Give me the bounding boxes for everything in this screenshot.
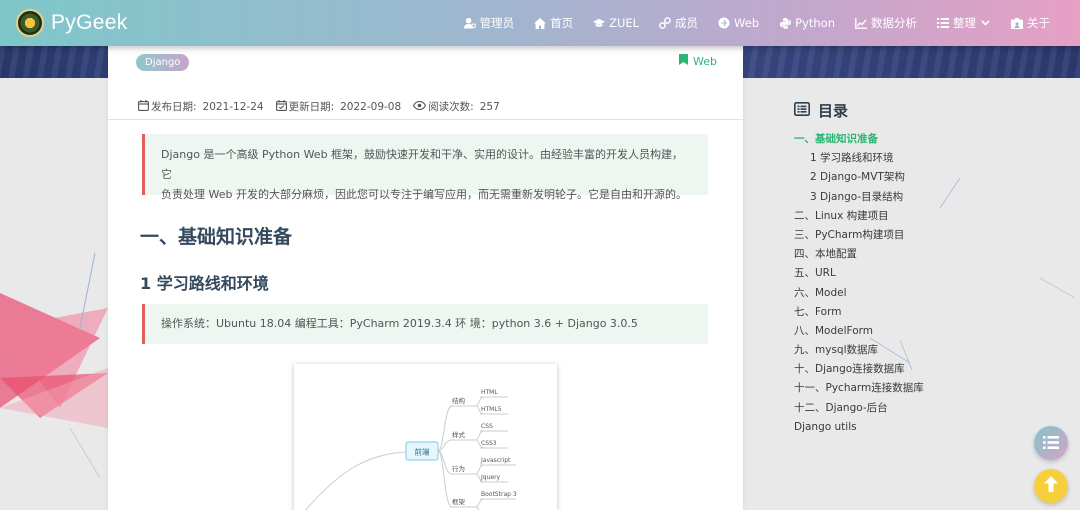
nav-item-label: 成员	[675, 16, 699, 30]
mindmap-root: 前端	[415, 447, 430, 457]
toc-item[interactable]: 十二、Django-后台	[794, 399, 1064, 418]
subsection-heading: 1 学习路线和环境	[140, 274, 269, 293]
toc-item[interactable]: 十、Django连接数据库	[794, 360, 1064, 379]
views-label: 阅读次数:	[428, 101, 474, 113]
nav-item-organize[interactable]: 整理	[937, 15, 991, 31]
article-category-label: Web	[693, 54, 717, 68]
toc-title: 目录	[794, 100, 1064, 121]
user-gear-icon	[463, 17, 476, 29]
home-icon	[534, 17, 547, 29]
toc-title-label: 目录	[818, 102, 849, 120]
nav-menu: 管理员 首页 ZUEL 成员 Web Python 数据分析 整理 关于	[444, 0, 1050, 46]
nav-item-python[interactable]: Python	[779, 16, 835, 30]
toc-item[interactable]: 四、本地配置	[794, 245, 1064, 264]
toc-item[interactable]: 七、Form	[794, 303, 1064, 322]
toc-item[interactable]: 一、基础知识准备	[794, 130, 1064, 149]
nav-item-label: 关于	[1027, 16, 1050, 30]
meta-divider	[108, 119, 743, 120]
nav-item-home[interactable]: 首页	[534, 15, 573, 31]
mindmap-branch: 样式	[452, 430, 466, 439]
article-card: Django Web 发布日期: 2021-12-24 更新日期: 2022-0…	[108, 44, 743, 510]
calendar-icon	[138, 99, 149, 114]
article-meta: 发布日期: 2021-12-24 更新日期: 2022-09-08 阅读次数: …	[138, 99, 512, 114]
intro-line-1: Django 是一个高级 Python Web 框架，鼓励快速开发和干净、实用的…	[161, 148, 684, 181]
nav-item-data-analysis[interactable]: 数据分析	[855, 15, 917, 31]
updated-date: 更新日期: 2022-09-08	[275, 99, 402, 114]
calendar-check-icon	[275, 99, 287, 114]
mindmap-branch: 结构	[452, 396, 466, 405]
mindmap-branch: 行为	[452, 464, 465, 473]
mindmap-leaf: BootStrap 3	[481, 491, 517, 498]
nav-item-members[interactable]: 成员	[659, 15, 698, 31]
nav-item-web[interactable]: Web	[718, 16, 759, 30]
chart-icon	[855, 17, 867, 29]
nav-item-label: Python	[795, 16, 835, 30]
article-tag[interactable]: Django	[136, 54, 190, 71]
id-card-icon	[1011, 17, 1023, 29]
published-value: 2021-12-24	[202, 100, 264, 113]
nav-item-label: 管理员	[479, 16, 515, 30]
nav-item-label: ZUEL	[609, 16, 640, 30]
environment-blockquote: 操作系统：Ubuntu 18.04 编程工具：PyCharm 2019.3.4 …	[142, 304, 708, 344]
mindmap-leaf: HTML	[481, 389, 498, 396]
list-icon	[937, 17, 949, 29]
brand-name: PyGeek	[51, 11, 128, 34]
toc-list: 一、基础知识准备 1 学习路线和环境 2 Django-MVT架构 3 Django-…	[794, 130, 1064, 437]
section-heading-1: 一、基础知识准备	[140, 226, 293, 248]
nav-item-about[interactable]: 关于	[1011, 15, 1050, 31]
toc-toggle-button[interactable]	[1034, 426, 1068, 460]
mindmap-leaf: Jquery	[480, 474, 501, 481]
intro-line-2: 负责处理 Web 开发的大部分麻烦，因此您可以专注于编写应用，而无需重新发明轮子…	[161, 188, 687, 201]
graduation-cap-icon	[593, 17, 606, 29]
toc-item[interactable]: 1 学习路线和环境	[794, 149, 1064, 168]
toc-item[interactable]: 六、Model	[794, 284, 1064, 303]
link-icon	[659, 17, 671, 29]
toc-item[interactable]: 八、ModelForm	[794, 322, 1064, 341]
table-of-contents: 目录 一、基础知识准备 1 学习路线和环境 2 Django-MVT架构 3 Djan…	[794, 100, 1064, 437]
nav-item-label: 数据分析	[871, 16, 917, 30]
mindmap-branch: 框架	[452, 497, 466, 506]
views-value: 257	[479, 100, 500, 113]
toc-item[interactable]: 十一、Pycharm连接数据库	[794, 379, 1064, 398]
environment-note: 操作系统：Ubuntu 18.04 编程工具：PyCharm 2019.3.4 …	[161, 317, 638, 330]
web-icon	[718, 17, 730, 29]
toc-item[interactable]: Django utils	[794, 418, 1064, 437]
toc-item[interactable]: 3 Django-目录结构	[794, 188, 1064, 207]
updated-value: 2022-09-08	[340, 100, 402, 113]
article-category[interactable]: Web	[679, 54, 717, 68]
nav-item-label: Web	[734, 16, 760, 30]
toc-item[interactable]: 二、Linux 构建项目	[794, 207, 1064, 226]
nav-item-zuel[interactable]: ZUEL	[593, 16, 639, 30]
published-date: 发布日期: 2021-12-24	[138, 99, 264, 114]
brand[interactable]: PyGeek	[16, 9, 128, 37]
arrow-up-icon	[1043, 475, 1059, 497]
view-count: 阅读次数: 257	[413, 99, 500, 114]
toc-item[interactable]: 2 Django-MVT架构	[794, 168, 1064, 187]
eye-icon	[413, 100, 427, 113]
published-label: 发布日期:	[151, 101, 197, 113]
mindmap-leaf: CSS3	[481, 440, 497, 447]
site-logo	[16, 9, 44, 37]
updated-label: 更新日期:	[288, 101, 335, 113]
nav-item-admin[interactable]: 管理员	[463, 15, 515, 31]
nav-item-label: 首页	[550, 16, 574, 30]
toc-item[interactable]: 三、PyCharm构建项目	[794, 226, 1064, 245]
toc-item[interactable]: 五、URL	[794, 264, 1064, 283]
mindmap-leaf: HTML5	[481, 406, 502, 413]
chevron-down-icon	[979, 17, 991, 29]
mindmap-leaf: Javascript	[480, 457, 511, 464]
list-alt-icon	[794, 101, 810, 120]
frontend-mindmap-image: 前端 结构 样式 行为 框架 HTML HTML5 CSS CSS3 Javas…	[294, 364, 557, 510]
python-icon	[779, 17, 791, 29]
top-navbar: PyGeek 管理员 首页 ZUEL 成员 Web Python 数据分析 整理…	[0, 0, 1080, 46]
intro-blockquote: Django 是一个高级 Python Web 框架，鼓励快速开发和干净、实用的…	[142, 134, 708, 201]
list-icon	[1043, 434, 1059, 453]
mindmap-leaf: CSS	[481, 423, 493, 430]
back-to-top-button[interactable]	[1034, 469, 1068, 503]
toc-item[interactable]: 九、mysql数据库	[794, 341, 1064, 360]
nav-item-label: 整理	[953, 16, 976, 30]
bookmark-icon	[679, 54, 689, 68]
mindmap-diagram: 前端 结构 样式 行为 框架 HTML HTML5 CSS CSS3 Javas…	[305, 389, 517, 510]
